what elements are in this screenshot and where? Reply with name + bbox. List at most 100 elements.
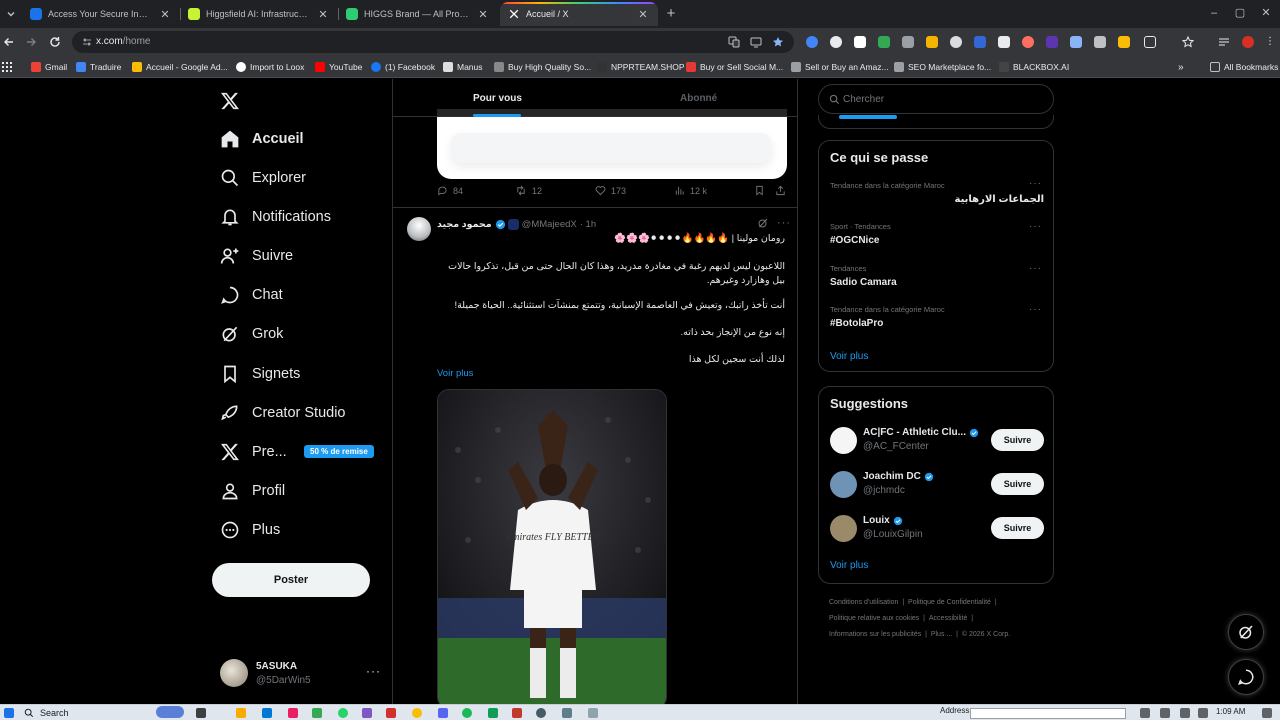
extension-icon[interactable] [1046, 36, 1058, 48]
author-name[interactable]: محمود مجيد [437, 219, 492, 230]
extension-icon[interactable] [974, 36, 986, 48]
follow-button[interactable]: Suivre [991, 517, 1044, 539]
x-logo-icon[interactable] [220, 91, 240, 111]
back-button[interactable] [0, 33, 18, 51]
nav-item-notifications[interactable]: Notifications [220, 204, 331, 230]
suggestion-item[interactable]: Louix @LouixGilpin Suivre [830, 513, 1044, 543]
follow-button[interactable]: Suivre [991, 429, 1044, 451]
close-icon[interactable]: ✕ [476, 8, 490, 21]
tab-search-button[interactable] [2, 5, 20, 23]
app-icon[interactable] [386, 708, 396, 718]
chrome-icon[interactable] [412, 708, 422, 718]
nav-item-plus[interactable]: Plus [220, 517, 280, 543]
bookmark-button[interactable] [754, 185, 770, 196]
menu-kebab-icon[interactable]: ⋮ [1264, 36, 1276, 48]
address-bar[interactable]: x.com/home [72, 31, 794, 53]
battery-icon[interactable] [1198, 708, 1208, 718]
grok-floating-button[interactable] [1228, 614, 1264, 650]
bookmark-item[interactable]: Manus [443, 60, 483, 74]
trend-item[interactable]: Sport · Tendances #OGCNice ··· [830, 221, 1044, 252]
extension-icon[interactable] [902, 36, 914, 48]
author-handle[interactable]: @MMajeedX [522, 219, 577, 230]
grok-icon[interactable] [757, 217, 769, 229]
start-icon[interactable] [4, 708, 14, 718]
more-dots-icon[interactable]: ··· [1029, 221, 1042, 232]
bookmark-star-icon[interactable] [772, 36, 784, 48]
maximize-button[interactable]: ▢ [1230, 4, 1250, 22]
nav-item-grok[interactable]: Grok [220, 321, 283, 347]
minimize-button[interactable]: – [1204, 4, 1224, 22]
trend-item[interactable]: Tendance dans la catégorie Maroc الجماعا… [830, 178, 1044, 211]
footer-link[interactable]: Plus ... [931, 631, 952, 638]
taskbar-search[interactable]: Search [20, 706, 69, 720]
spotify-icon[interactable] [462, 708, 472, 718]
close-icon[interactable]: ✕ [158, 8, 172, 21]
app-icon[interactable] [288, 708, 298, 718]
more-dots-icon[interactable]: ··· [777, 217, 791, 229]
browser-tab[interactable]: Access Your Secure Inbox | Ato ✕ [22, 2, 180, 26]
bookmark-item[interactable]: SEO Marketplace fo... [894, 60, 991, 74]
suggestions-show-more-link[interactable]: Voir plus [830, 560, 868, 571]
taskbar-address-input[interactable] [970, 708, 1126, 719]
browser-tab[interactable]: HIGGS Brand — All Prompts U ✕ [338, 2, 498, 26]
tab-pour-vous[interactable]: Pour vous [473, 93, 522, 104]
system-tray-icon[interactable] [1140, 708, 1150, 718]
bookmark-item[interactable]: Accueil - Google Ad... [132, 60, 228, 74]
share-button[interactable] [775, 185, 791, 196]
footer-link[interactable]: Politique de Confidentialité [908, 599, 991, 606]
app-icon[interactable] [438, 708, 448, 718]
bookmark-item[interactable]: Gmail [31, 60, 67, 74]
volume-icon[interactable] [1180, 708, 1190, 718]
nav-item-suivre[interactable]: Suivre [220, 243, 293, 269]
bookmark-item[interactable]: Traduire [76, 60, 121, 74]
site-info-icon[interactable] [82, 37, 92, 47]
bookmark-item[interactable]: YouTube [315, 60, 362, 74]
reply-button[interactable]: 84 [437, 185, 463, 196]
repost-button[interactable]: 12 [515, 185, 542, 196]
extension-icon[interactable] [950, 36, 962, 48]
extension-icon[interactable] [926, 36, 938, 48]
trend-item[interactable]: Tendance dans la catégorie Maroc #Botola… [830, 304, 1044, 335]
extension-icon[interactable] [854, 36, 866, 48]
bookmark-item[interactable]: BLACKBOX.AI [999, 60, 1069, 74]
bookmark-item[interactable]: Buy or Sell Social M... [686, 60, 783, 74]
nav-item-profil[interactable]: Profil [220, 478, 285, 504]
bookmark-item[interactable]: (1) Facebook [371, 60, 435, 74]
bookmark-item[interactable]: Import to Loox [236, 60, 304, 74]
messages-floating-button[interactable] [1228, 659, 1264, 695]
new-tab-button[interactable]: + [662, 5, 680, 23]
extension-icon[interactable] [1070, 36, 1082, 48]
extension-icon[interactable] [1094, 36, 1106, 48]
app-icon[interactable] [588, 708, 598, 718]
nav-item-accueil[interactable]: Accueil [220, 126, 304, 152]
bookmark-item[interactable]: Sell or Buy an Amaz... [791, 60, 889, 74]
trends-show-more-link[interactable]: Voir plus [830, 351, 868, 362]
task-view-icon[interactable] [196, 708, 206, 718]
more-dots-icon[interactable]: ··· [1029, 263, 1042, 274]
footer-link[interactable]: Accessibilité [929, 615, 968, 622]
previous-post-media[interactable] [437, 109, 787, 179]
apps-grid-icon[interactable] [2, 60, 12, 74]
profile-avatar[interactable] [1242, 36, 1254, 48]
notifications-icon[interactable] [1262, 708, 1272, 718]
tab-list-icon[interactable] [1218, 36, 1230, 48]
footer-link[interactable]: Conditions d'utilisation [829, 599, 898, 606]
extension-icon[interactable] [1118, 36, 1130, 48]
search-input[interactable]: Chercher [818, 84, 1054, 114]
close-window-button[interactable]: ✕ [1256, 4, 1276, 22]
extension-icon[interactable] [806, 36, 818, 48]
tab-abonne[interactable]: Abonné [680, 93, 717, 104]
suggestion-item[interactable]: Joachim DC @jchmdc Suivre [830, 469, 1044, 499]
more-dots-icon[interactable]: ··· [366, 664, 381, 678]
tweet-photo[interactable]: Emirates FLY BETTER [437, 389, 667, 704]
nav-item-signets[interactable]: Signets [220, 361, 300, 387]
bookmarks-star-icon[interactable] [1182, 36, 1194, 48]
edge-icon[interactable] [262, 708, 272, 718]
close-icon[interactable]: ✕ [316, 8, 330, 21]
network-icon[interactable] [1160, 708, 1170, 718]
translate-icon[interactable] [728, 36, 740, 48]
puzzle-icon[interactable] [1144, 36, 1156, 48]
bookmarks-overflow-button[interactable]: » [1178, 60, 1184, 74]
views-button[interactable]: 12 k [674, 185, 707, 196]
footer-link[interactable]: Informations sur les publicités [829, 631, 921, 638]
